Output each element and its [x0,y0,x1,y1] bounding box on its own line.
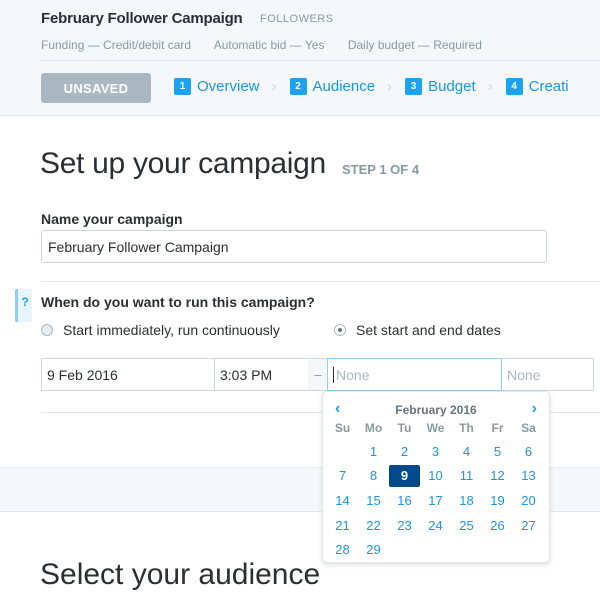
radio-label: Set start and end dates [356,322,501,338]
calendar-day[interactable]: 26 [482,513,513,538]
calendar-day[interactable]: 25 [451,513,482,538]
weekday-header: Su [334,421,351,435]
end-date-placeholder: None [336,366,370,383]
calendar-day[interactable]: 23 [389,513,420,538]
calendar-day[interactable]: 10 [420,464,451,489]
calendar-day[interactable]: 18 [451,488,482,513]
chevron-right-icon: › [271,78,277,95]
weekday-header: Mo [364,421,383,435]
radio-button-checked[interactable] [334,324,346,336]
text-caret [333,366,334,383]
chevron-right-icon[interactable]: › [532,400,537,418]
header-divider [41,60,600,61]
radio-start-immediately[interactable]: Start immediately, run continuously [41,322,280,338]
step-overview[interactable]: 1 Overview [174,78,260,95]
date-picker: ‹ February 2016 › Su Mo Tu We Th Fr Sa 1 2 3 4 5 6 7 8… [322,391,550,563]
calendar-day[interactable]: 20 [513,488,544,513]
campaign-header: February Follower Campaign FOLLOWERS Fun… [0,0,600,116]
calendar-blank [327,439,358,464]
campaign-title: February Follower Campaign [41,10,243,27]
meta-automatic-bid: Automatic bid — Yes [213,38,325,52]
calendar-day[interactable]: 3 [420,439,451,464]
weekday-header: We [426,421,445,435]
end-date-input[interactable]: None [327,358,502,391]
calendar-day[interactable]: 2 [389,439,420,464]
weekday-header: Tu [397,421,412,435]
calendar-day-selected[interactable]: 9 [389,464,420,488]
schedule-question: When do you want to run this campaign? [41,294,315,310]
step-label: Creati [528,78,569,95]
date-range-separator: – [308,358,328,391]
calendar-day[interactable]: 14 [327,488,358,513]
page-title: Set up your campaign [40,147,326,180]
calendar-day[interactable]: 21 [327,513,358,538]
step-budget[interactable]: 3 Budget [405,78,476,95]
calendar-day[interactable]: 8 [358,464,389,489]
calendar-day[interactable]: 27 [513,513,544,538]
step-number: 1 [174,78,191,95]
step-nav: 1 Overview › 2 Audience › 3 Budget › 4 C… [174,78,569,95]
calendar-day[interactable]: 22 [358,513,389,538]
step-label: Audience [312,78,376,95]
step-label: Budget [428,78,476,95]
calendar-day[interactable]: 17 [420,488,451,513]
step-audience[interactable]: 2 Audience [289,78,376,95]
calendar-day[interactable]: 5 [482,439,513,464]
campaign-name-input[interactable]: February Follower Campaign [41,230,547,263]
campaign-name-label: Name your campaign [41,211,183,227]
weekday-header: Th [459,421,474,435]
end-time-input[interactable]: None [501,358,594,391]
radio-set-dates[interactable]: Set start and end dates [334,322,501,338]
step-number: 3 [405,78,423,95]
start-time-input[interactable]: 3:03 PM [214,358,309,391]
step-number: 2 [289,78,307,95]
help-icon[interactable]: ? [15,289,32,322]
chevron-right-icon: › [387,78,393,95]
calendar-grid: Su Mo Tu We Th Fr Sa 1 2 3 4 5 6 7 8 9 10 11 12 13 14 15 16 17 1… [327,421,547,562]
radio-button[interactable] [41,324,53,336]
calendar-month: February 2016 [395,403,477,417]
campaign-type: FOLLOWERS [260,13,334,25]
step-creatives[interactable]: 4 Creati [505,78,569,95]
meta-funding: Funding — Credit/debit card [41,38,192,52]
step-indicator: STEP 1 OF 4 [342,162,420,177]
step-number: 4 [505,78,523,95]
unsaved-button[interactable]: UNSAVED [41,73,151,103]
weekday-header: Sa [521,421,536,435]
calendar-day[interactable]: 29 [358,537,389,562]
section-divider [41,281,600,282]
calendar-day[interactable]: 19 [482,488,513,513]
calendar-day[interactable]: 15 [358,488,389,513]
step-label: Overview [197,78,260,95]
campaign-meta: Funding — Credit/debit card Automatic bi… [41,38,502,52]
radio-label: Start immediately, run continuously [63,322,280,338]
start-date-input[interactable]: 9 Feb 2016 [41,358,215,391]
calendar-day[interactable]: 12 [482,464,513,489]
calendar-day[interactable]: 13 [513,464,544,489]
calendar-day[interactable]: 28 [327,537,358,562]
meta-daily-budget: Daily budget — Required [347,38,482,52]
calendar-day[interactable]: 11 [451,464,482,489]
weekday-header: Fr [491,421,504,435]
calendar-day[interactable]: 16 [389,488,420,513]
calendar-day[interactable]: 6 [513,439,544,464]
calendar-day[interactable]: 1 [358,439,389,464]
calendar-day[interactable]: 4 [451,439,482,464]
calendar-day[interactable]: 24 [420,513,451,538]
chevron-right-icon: › [487,78,493,95]
calendar-day[interactable]: 7 [327,464,358,489]
next-section-title: Select your audience [40,558,321,591]
